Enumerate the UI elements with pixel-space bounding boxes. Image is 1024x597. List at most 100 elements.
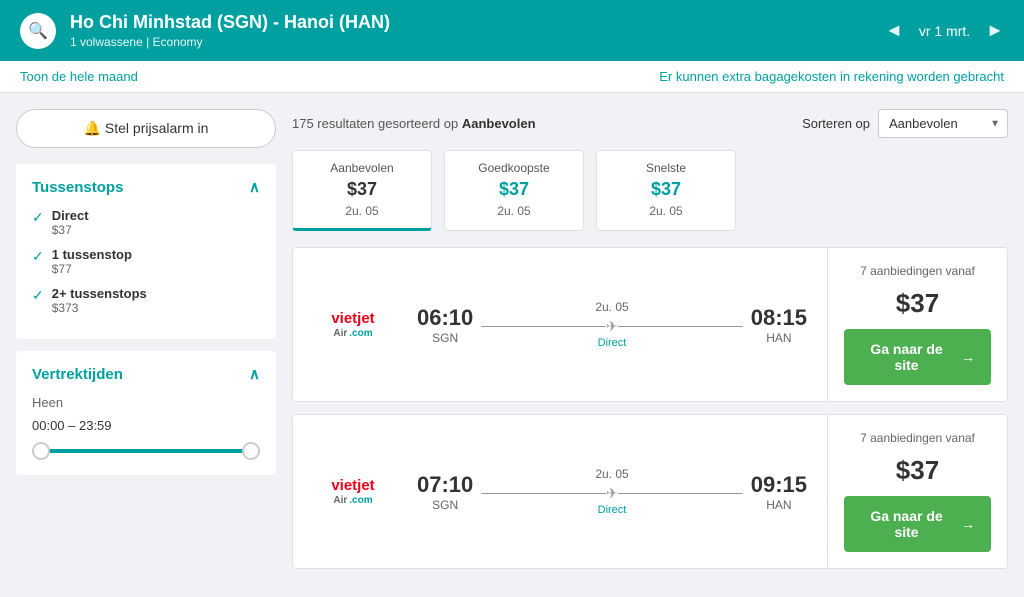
flight-card-1: vietjet Air .com 06:10 SGN 2u. 05: [292, 247, 1008, 402]
filter-two-stops: ✓ 2+ tussenstops $373: [32, 286, 260, 315]
tab-goedkoopste-duration: 2u. 05: [465, 204, 563, 218]
airline-logo-1: vietjet Air .com: [313, 310, 393, 340]
tab-aanbevolen-price: $37: [313, 179, 411, 200]
slider-thumb-left[interactable]: [32, 442, 50, 460]
time-range-display: 00:00 – 23:59: [32, 418, 260, 433]
filter-one-stop: ✓ 1 tussenstop $77: [32, 247, 260, 276]
price-1: $37: [896, 288, 939, 319]
header-left: 🔍 Ho Chi Minhstad (SGN) - Hanoi (HAN) 1 …: [20, 12, 390, 49]
flight-tabs: Aanbevolen $37 2u. 05 Goedkoopste $37 2u…: [292, 150, 1008, 231]
filter-direct: ✓ Direct $37: [32, 208, 260, 237]
content-area: 175 resultaten gesorteerd op Aanbevolen …: [292, 109, 1008, 581]
offers-text-1: 7 aanbiedingen vanaf: [860, 264, 975, 278]
stops-filter-header: Tussenstops ∧: [32, 178, 260, 196]
price-panel-1: 7 aanbiedingen vanaf $37 Ga naar de site…: [827, 248, 1007, 401]
route-title: Ho Chi Minhstad (SGN) - Hanoi (HAN): [70, 12, 390, 33]
go-to-site-button-2[interactable]: Ga naar de site →: [844, 496, 991, 552]
direct-price: $37: [52, 223, 89, 237]
duration-text-2: 2u. 05: [481, 467, 742, 481]
duration-block-1: 2u. 05 ✈ Direct: [481, 300, 742, 349]
plane-icon-2: ✈: [606, 485, 618, 502]
departure-time-label: Vertrektijden: [32, 366, 123, 383]
tab-aanbevolen-label: Aanbevolen: [313, 161, 411, 175]
plane-icon-1: ✈: [606, 318, 618, 335]
alarm-button[interactable]: 🔔 Stel prijsalarm in: [16, 109, 276, 148]
line-left-1: [481, 326, 606, 327]
dep-airport-2: SGN: [417, 498, 473, 512]
header: 🔍 Ho Chi Minhstad (SGN) - Hanoi (HAN) 1 …: [0, 0, 1024, 61]
arr-airport-1: HAN: [751, 331, 807, 345]
departure-time-header: Vertrektijden ∧: [32, 365, 260, 383]
main-layout: 🔔 Stel prijsalarm in Tussenstops ∧ ✓ Dir…: [0, 93, 1024, 597]
tab-goedkoopste-price: $37: [465, 179, 563, 200]
time-slider[interactable]: [32, 441, 260, 461]
flight-line-1: ✈: [481, 318, 742, 335]
departure-block-1: 06:10 SGN: [417, 305, 473, 345]
departure-time-section: Vertrektijden ∧ Heen 00:00 – 23:59: [16, 351, 276, 475]
search-icon: 🔍: [20, 13, 56, 49]
tab-goedkoopste-label: Goedkoopste: [465, 161, 563, 175]
results-toolbar: 175 resultaten gesorteerd op Aanbevolen …: [292, 109, 1008, 138]
stops-collapse-icon[interactable]: ∧: [249, 178, 260, 196]
sort-area: Sorteren op Aanbevolen Goedkoopste Snels…: [802, 109, 1008, 138]
line-right-2: [618, 493, 743, 494]
two-stops-price: $373: [52, 301, 147, 315]
flight-times-2: 07:10 SGN 2u. 05 ✈ Direct 09:15: [417, 467, 807, 516]
prev-date-button[interactable]: ◄: [885, 20, 903, 41]
results-count: 175 resultaten gesorteerd op Aanbevolen: [292, 116, 536, 131]
flight-info-1: vietjet Air .com 06:10 SGN 2u. 05: [293, 248, 827, 401]
tab-snelste[interactable]: Snelste $37 2u. 05: [596, 150, 736, 231]
direct-label: Direct: [52, 208, 89, 223]
offers-text-2: 7 aanbiedingen vanaf: [860, 431, 975, 445]
show-month-link[interactable]: Toon de hele maand: [20, 69, 138, 84]
vietjet-viet-2: vietjet: [331, 477, 374, 495]
dep-time-2: 07:10: [417, 472, 473, 498]
tab-aanbevolen[interactable]: Aanbevolen $37 2u. 05: [292, 150, 432, 231]
dep-time-1: 06:10: [417, 305, 473, 331]
departure-collapse-icon[interactable]: ∧: [249, 365, 260, 383]
subheader: Toon de hele maand Er kunnen extra bagag…: [0, 61, 1024, 93]
slider-thumb-right[interactable]: [242, 442, 260, 460]
header-info: Ho Chi Minhstad (SGN) - Hanoi (HAN) 1 vo…: [70, 12, 390, 49]
line-right-1: [618, 326, 743, 327]
arr-time-2: 09:15: [751, 472, 807, 498]
vietjet-air: Air: [333, 328, 347, 340]
tab-aanbevolen-duration: 2u. 05: [313, 204, 411, 218]
sort-wrapper: Aanbevolen Goedkoopste Snelste: [878, 109, 1008, 138]
flight-card-2: vietjet Air .com 07:10 SGN 2u. 05: [292, 414, 1008, 569]
two-stops-label: 2+ tussenstops: [52, 286, 147, 301]
duration-block-2: 2u. 05 ✈ Direct: [481, 467, 742, 516]
flight-times-1: 06:10 SGN 2u. 05 ✈ Direct 08:15: [417, 300, 807, 349]
next-date-button[interactable]: ►: [986, 20, 1004, 41]
one-stop-label: 1 tussenstop: [52, 247, 132, 262]
stops-filter-section: Tussenstops ∧ ✓ Direct $37 ✓ 1 tussensto…: [16, 164, 276, 339]
sort-label: Sorteren op: [802, 116, 870, 131]
stops-filter-label: Tussenstops: [32, 179, 123, 196]
one-stop-checkbox-icon[interactable]: ✓: [32, 248, 44, 265]
one-stop-option: 1 tussenstop $77: [52, 247, 132, 276]
vietjet-viet: vietjet: [331, 310, 374, 328]
two-stops-checkbox-icon[interactable]: ✓: [32, 287, 44, 304]
direct-label-1: Direct: [481, 337, 742, 349]
flight-line-2: ✈: [481, 485, 742, 502]
price-panel-2: 7 aanbiedingen vanaf $37 Ga naar de site…: [827, 415, 1007, 568]
passenger-info: 1 volwassene | Economy: [70, 35, 390, 49]
flight-info-2: vietjet Air .com 07:10 SGN 2u. 05: [293, 415, 827, 568]
slider-track: [32, 449, 260, 453]
current-date: vr 1 mrt.: [919, 23, 970, 39]
vietjet-logo-2: vietjet Air .com: [331, 477, 374, 507]
go-to-site-button-1[interactable]: Ga naar de site →: [844, 329, 991, 385]
sort-select[interactable]: Aanbevolen Goedkoopste Snelste: [878, 109, 1008, 138]
price-2: $37: [896, 455, 939, 486]
airline-logo-2: vietjet Air .com: [313, 477, 393, 507]
duration-text-1: 2u. 05: [481, 300, 742, 314]
arrival-block-2: 09:15 HAN: [751, 472, 807, 512]
vietjet-logo-1: vietjet Air .com: [331, 310, 374, 340]
date-navigation: ◄ vr 1 mrt. ►: [885, 20, 1004, 41]
tab-snelste-price: $37: [617, 179, 715, 200]
direct-checkbox-icon[interactable]: ✓: [32, 209, 44, 226]
vietjet-com-2: .com: [349, 495, 372, 507]
tab-goedkoopste[interactable]: Goedkoopste $37 2u. 05: [444, 150, 584, 231]
direct-label-2: Direct: [481, 504, 742, 516]
line-left-2: [481, 493, 606, 494]
